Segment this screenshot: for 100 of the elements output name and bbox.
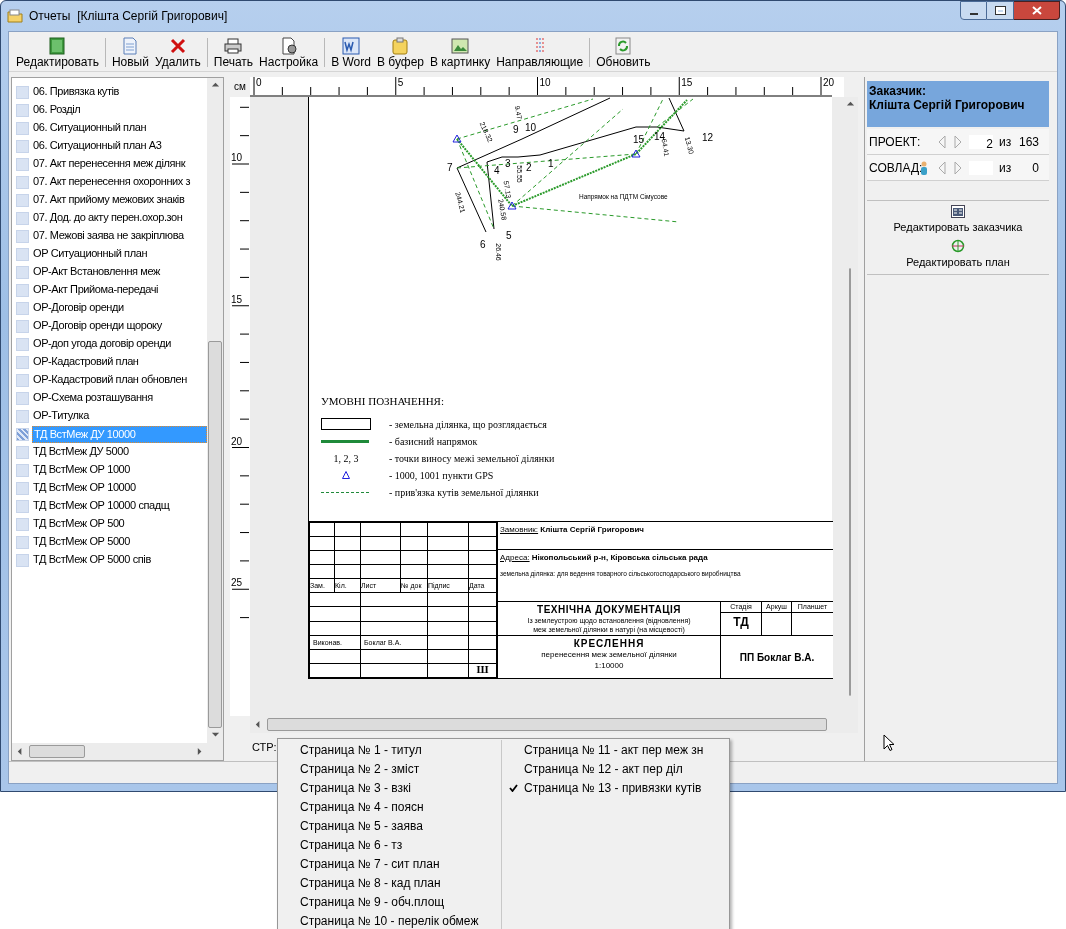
legend-symbol: 1, 2, 3 xyxy=(332,451,360,466)
report-icon xyxy=(16,427,29,441)
point-label: 3 xyxy=(505,158,511,169)
report-item[interactable]: 06. Привязка кутів xyxy=(16,83,207,101)
ruler-label: 20 xyxy=(823,77,835,88)
menu-item[interactable]: Страница № 4 - поясн xyxy=(278,797,501,816)
plan-icon xyxy=(951,238,965,253)
report-item[interactable]: ОР Ситуационный план xyxy=(16,245,207,263)
horizontal-scrollbar[interactable] xyxy=(250,716,858,733)
close-button[interactable] xyxy=(1014,1,1060,20)
report-icon xyxy=(16,283,29,297)
report-item[interactable]: ТД ВстМеж ОР 10000 xyxy=(16,479,207,497)
report-item[interactable]: ОР-Договір оренди щороку xyxy=(16,317,207,335)
toolbar-button[interactable]: Обновить xyxy=(593,34,654,71)
legend-text: - 1000, 1001 пункти GPS xyxy=(389,468,494,483)
dashed-line-symbol xyxy=(321,491,369,493)
report-item[interactable]: ОР-Акт Встановлення меж xyxy=(16,263,207,281)
report-item[interactable]: ОР-Схема розташування xyxy=(16,389,207,407)
scale-text: 1:10000 xyxy=(594,660,624,671)
point-label: 5 xyxy=(506,230,512,241)
report-item[interactable]: ОР-Титулка xyxy=(16,407,207,425)
ruler-label: 10 xyxy=(539,77,551,88)
report-icon xyxy=(16,517,29,531)
report-icon xyxy=(16,481,29,495)
report-item[interactable]: ОР-Кадастровий план xyxy=(16,353,207,371)
toolbar-button[interactable]: В Word xyxy=(328,34,374,71)
counter-field[interactable]: 2 xyxy=(969,134,993,149)
report-icon xyxy=(16,193,29,207)
menu-item[interactable]: Страница № 7 - сит план xyxy=(278,854,501,873)
menu-item[interactable]: Страница № 5 - заява xyxy=(278,816,501,835)
menu-item[interactable]: Страница № 13 - привязки кутів xyxy=(502,778,729,797)
edit-plan-link[interactable]: Редактировать план xyxy=(906,253,1010,270)
menu-item[interactable]: Страница № 9 - обч.площ xyxy=(278,892,501,911)
report-item[interactable]: 07. Межові заява не закріплюва xyxy=(16,227,207,245)
document-title: ТЕХНІЧНА ДОКУМЕНТАЦІЯ xyxy=(537,604,681,616)
close-icon xyxy=(1031,6,1042,15)
folder-icon xyxy=(7,9,23,23)
toolbar-button[interactable]: Настройка xyxy=(256,34,322,71)
menu-item[interactable]: Страница № 3 - взкі xyxy=(278,778,501,797)
menu-item-label: Страница № 5 - заява xyxy=(300,817,423,835)
ruler-label: 0 xyxy=(256,77,262,88)
report-item[interactable]: ТД ВстМеж ОР 500 xyxy=(16,515,207,533)
horizontal-scrollbar[interactable] xyxy=(12,743,223,760)
report-item[interactable]: ТД ВстМеж ОР 10000 спадщ xyxy=(16,497,207,515)
menu-item[interactable]: Страница № 2 - зміст xyxy=(278,759,501,778)
report-item[interactable]: ТД ВстМеж ОР 5000 спів xyxy=(16,551,207,569)
point-label: 7 xyxy=(447,162,453,173)
report-item[interactable]: 06. Розділ xyxy=(16,101,207,119)
report-item[interactable]: ТД ВстМеж ОР 5000 xyxy=(16,533,207,551)
report-item[interactable]: ОР-доп угода договір оренди xyxy=(16,335,207,353)
report-item[interactable]: ТД ВстМеж ОР 1000 xyxy=(16,461,207,479)
toolbar-button[interactable]: В картинку xyxy=(427,34,494,71)
menu-item-label: Страница № 12 - акт пер діл xyxy=(524,760,683,778)
toolbar-button[interactable]: Удалить xyxy=(151,34,204,71)
report-icon xyxy=(16,139,29,153)
menu-item[interactable]: Страница № 12 - акт пер діл xyxy=(502,759,729,778)
maximize-button[interactable] xyxy=(987,1,1014,20)
toolbar-button[interactable]: Новый xyxy=(108,34,152,71)
triangle-icon xyxy=(342,471,350,479)
report-item[interactable]: ОР-Договір оренди xyxy=(16,299,207,317)
customer-name: Клішта Сергій Григорович xyxy=(869,98,1026,112)
menu-item[interactable]: Страница № 1 - титул xyxy=(278,740,501,759)
report-item[interactable]: 07. Дод. до акту перен.охор.зон xyxy=(16,209,207,227)
toolbar-button[interactable]: Печать xyxy=(210,34,257,71)
report-item[interactable]: 06. Ситуационный план А3 xyxy=(16,137,207,155)
menu-item[interactable]: Страница № 11 - акт пер меж зн xyxy=(502,740,729,759)
point-label: 2 xyxy=(526,162,532,173)
ruler-label: 10 xyxy=(231,152,243,163)
toolbar-button[interactable]: Направляющие xyxy=(493,34,587,71)
report-item[interactable]: 07. Акт прийому межових знаків xyxy=(16,191,207,209)
unit-label: см xyxy=(233,80,247,94)
document-icon xyxy=(121,36,140,55)
ruler-label: 25 xyxy=(231,577,243,589)
edit-customer-link[interactable]: Редактировать заказчика xyxy=(893,219,1023,236)
ruler-label: 15 xyxy=(681,77,693,88)
menu-item[interactable]: Страница № 8 - кад план xyxy=(278,873,501,892)
menu-item[interactable]: Страница № 10 - перелік обмеж xyxy=(278,911,501,929)
report-item[interactable]: ТД ВстМеж ДУ 5000 xyxy=(16,443,207,461)
report-icon xyxy=(16,85,29,99)
point-label: 4 xyxy=(494,165,500,176)
menu-item-label: Страница № 13 - привязки кутів xyxy=(524,779,702,797)
minimize-button[interactable] xyxy=(960,1,987,20)
report-item[interactable]: 07. Акт перенесення меж ділянк xyxy=(16,155,207,173)
printer-icon xyxy=(224,36,243,55)
refresh-icon xyxy=(614,36,633,55)
toolbar-button[interactable]: Редактировать xyxy=(13,34,102,71)
word-document-icon xyxy=(342,36,361,55)
menu-item-label: Страница № 10 - перелік обмеж xyxy=(300,912,479,929)
legend-text: - земельна ділянка, що розглядається xyxy=(389,417,547,432)
menu-item-label: Страница № 9 - обч.площ xyxy=(300,893,445,911)
report-item[interactable]: 06. Ситуационный план xyxy=(16,119,207,137)
menu-item-label: Страница № 11 - акт пер меж зн xyxy=(524,741,704,759)
report-item[interactable]: 07. Акт перенесення охоронних з xyxy=(16,173,207,191)
report-item[interactable]: ОР-Кадастровий план обновлен xyxy=(16,371,207,389)
parcel-symbol xyxy=(321,418,371,430)
report-item[interactable]: ОР-Акт Прийома-передачі xyxy=(16,281,207,299)
vertical-scrollbar[interactable] xyxy=(207,78,223,743)
report-icon xyxy=(16,103,29,117)
toolbar-button[interactable]: В буфер xyxy=(373,34,427,71)
menu-item[interactable]: Страница № 6 - тз xyxy=(278,835,501,854)
